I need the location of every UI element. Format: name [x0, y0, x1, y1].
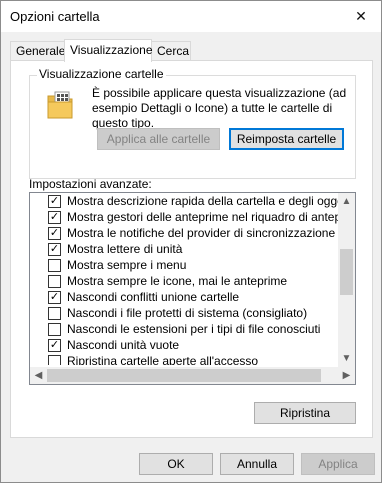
- checkbox[interactable]: [48, 322, 61, 336]
- reset-folders-label: Reimposta cartelle: [236, 132, 337, 146]
- checkbox[interactable]: ✓: [48, 210, 61, 224]
- cancel-label: Annulla: [236, 457, 278, 471]
- checkbox[interactable]: ✓: [48, 242, 61, 256]
- list-item[interactable]: ✓ Mostra le notifiche del provider di sin…: [30, 225, 340, 241]
- scroll-down-arrow-icon[interactable]: ▼: [338, 350, 355, 367]
- folder-options-window: Opzioni cartella ✕ Generale Visualizzazi…: [0, 0, 382, 483]
- reset-folders-button[interactable]: Reimposta cartelle: [229, 128, 344, 150]
- advanced-settings-list[interactable]: ✓ Mostra descrizione rapida della cartell…: [29, 192, 356, 385]
- checkbox[interactable]: ✓: [48, 290, 61, 304]
- list-item-label: Mostra sempre i menu: [67, 258, 187, 272]
- list-item-label: Nascondi i file protetti di sistema (con…: [67, 306, 308, 320]
- apply-to-folders-button[interactable]: Applica alle cartelle: [97, 128, 220, 150]
- apply-to-folders-label: Applica alle cartelle: [106, 132, 211, 146]
- list-item-label: Mostra gestori delle anteprime nel riqua…: [67, 210, 340, 224]
- advanced-settings-label: Impostazioni avanzate:: [29, 177, 152, 191]
- tab-search[interactable]: Cerca: [151, 41, 191, 61]
- close-icon: ✕: [355, 8, 367, 24]
- window-title: Opzioni cartella: [10, 9, 100, 24]
- ok-label: OK: [167, 457, 185, 471]
- cancel-button[interactable]: Annulla: [220, 453, 294, 475]
- list-item[interactable]: Nascondi i file protetti di sistema (con…: [30, 305, 340, 321]
- list-item[interactable]: ✓ Mostra descrizione rapida della cartell…: [30, 193, 340, 209]
- list-item-label: Mostra descrizione rapida della cartella…: [67, 194, 340, 208]
- horizontal-scroll-thumb[interactable]: [47, 369, 321, 382]
- tab-general[interactable]: Generale: [10, 41, 65, 61]
- tab-view-label: Visualizzazione: [70, 43, 153, 57]
- list-item-label: Mostra sempre le icone, mai le anteprime: [67, 274, 288, 288]
- list-item-label: Nascondi le estensioni per i tipi di fil…: [67, 322, 321, 336]
- checkmark-icon: ✓: [49, 242, 60, 255]
- folder-icon: [46, 90, 74, 123]
- restore-defaults-label: Ripristina: [279, 406, 330, 420]
- vertical-scroll-thumb[interactable]: [340, 249, 353, 295]
- checkbox[interactable]: [48, 306, 61, 320]
- list-item[interactable]: Ripristina cartelle aperte all'accesso: [30, 353, 340, 365]
- folder-views-group: Visualizzazione cartelle È possibile app…: [29, 67, 356, 179]
- scroll-right-arrow-icon[interactable]: ▶: [338, 367, 355, 384]
- ok-button[interactable]: OK: [139, 453, 213, 475]
- list-item-label: Mostra lettere di unità: [67, 242, 183, 256]
- list-item-label: Mostra le notifiche del provider di sinc…: [67, 226, 336, 240]
- list-item-label: Nascondi unità vuote: [67, 338, 180, 352]
- tab-search-label: Cerca: [157, 44, 190, 58]
- checkmark-icon: ✓: [49, 194, 60, 207]
- title-bar: Opzioni cartella ✕: [1, 1, 381, 32]
- list-item-label: Nascondi conflitti unione cartelle: [67, 290, 240, 304]
- folder-views-description: È possibile applicare questa visualizzaz…: [92, 86, 347, 130]
- folder-views-legend: Visualizzazione cartelle: [37, 67, 166, 81]
- vertical-scrollbar[interactable]: ▲ ▼: [338, 193, 355, 367]
- apply-button[interactable]: Applica: [301, 453, 375, 475]
- list-item[interactable]: ✓ Mostra gestori delle anteprime nel riqu…: [30, 209, 340, 225]
- checkmark-icon: ✓: [49, 338, 60, 351]
- close-button[interactable]: ✕: [341, 1, 381, 32]
- checkmark-icon: ✓: [49, 290, 60, 303]
- list-item[interactable]: Mostra sempre i menu: [30, 257, 340, 273]
- checkbox[interactable]: ✓: [48, 194, 61, 208]
- checkbox[interactable]: [48, 258, 61, 272]
- checkbox[interactable]: ✓: [48, 338, 61, 352]
- view-tab-panel: Visualizzazione cartelle È possibile app…: [10, 60, 373, 438]
- checkbox[interactable]: [48, 274, 61, 288]
- list-item[interactable]: ✓ Nascondi unità vuote: [30, 337, 340, 353]
- checkmark-icon: ✓: [49, 210, 60, 223]
- restore-defaults-button[interactable]: Ripristina: [254, 402, 356, 424]
- checkbox[interactable]: [48, 354, 61, 365]
- scroll-up-arrow-icon[interactable]: ▲: [338, 193, 355, 210]
- list-item[interactable]: ✓ Mostra lettere di unità: [30, 241, 340, 257]
- scroll-left-arrow-icon[interactable]: ◀: [30, 367, 47, 384]
- tab-general-label: Generale: [16, 44, 66, 58]
- list-item[interactable]: ✓ Nascondi conflitti unione cartelle: [30, 289, 340, 305]
- apply-label: Applica: [318, 457, 358, 471]
- list-item[interactable]: Mostra sempre le icone, mai le anteprime: [30, 273, 340, 289]
- list-item-label: Ripristina cartelle aperte all'accesso: [67, 354, 259, 365]
- horizontal-scrollbar[interactable]: ◀ ▶: [30, 367, 355, 384]
- checkmark-icon: ✓: [49, 226, 60, 239]
- checkbox[interactable]: ✓: [48, 226, 61, 240]
- tab-view[interactable]: Visualizzazione: [64, 39, 153, 62]
- list-item[interactable]: Nascondi le estensioni per i tipi di fil…: [30, 321, 340, 337]
- advanced-settings-items: ✓ Mostra descrizione rapida della cartell…: [30, 193, 340, 365]
